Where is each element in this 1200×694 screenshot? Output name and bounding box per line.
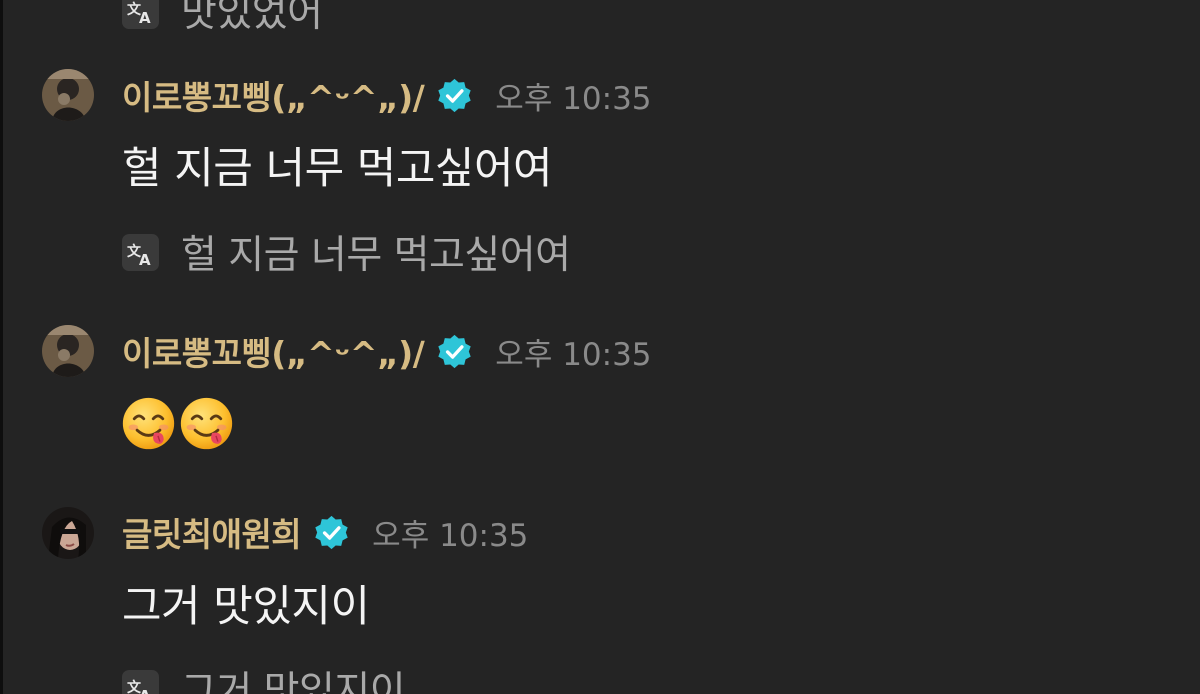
svg-text:A: A [139,9,151,27]
translate-icon[interactable]: 文 A [122,233,159,271]
message-header: 이로뽕꼬삥(„^ᵕ^„)/ 오후 10:35 [122,70,652,120]
message-header: 글릿최애원희 오후 10:35 [122,507,528,557]
left-edge-divider [0,0,3,694]
message-text[interactable]: 그거 맛있지이 [122,572,370,634]
yummy-face-emoji [120,395,177,452]
username[interactable]: 이로뽕꼬삥(„^ᵕ^„)/ [122,327,425,375]
verified-badge-icon [436,77,473,114]
timestamp: 오후 10:35 [372,517,529,554]
chat-screen: 文 A 맛있었어 이로뽕꼬삥(„^ᵕ^„)/ 오후 10:35 헐 지금 너무 … [0,0,1200,694]
translate-icon[interactable]: 文 A [122,669,159,694]
avatar[interactable] [42,507,94,559]
translation-row[interactable]: 文 A 헐 지금 너무 먹고싶어여 [122,224,571,280]
avatar[interactable] [42,325,94,377]
verified-badge-icon [436,333,473,370]
translation-text: 그거 맛있지이 [181,669,406,694]
svg-text:A: A [139,687,151,694]
username[interactable]: 이로뽕꼬삥(„^ᵕ^„)/ [122,71,425,119]
translation-row[interactable]: 文 A 맛있었어 [122,0,323,38]
translate-icon[interactable]: 文 A [122,0,159,29]
translation-text: 헐 지금 너무 먹고싶어여 [181,233,571,278]
translation-text: 맛있었어 [181,0,323,36]
message-emojis[interactable] [120,395,236,452]
yummy-face-emoji [178,395,235,452]
message-header: 이로뽕꼬삥(„^ᵕ^„)/ 오후 10:35 [122,326,652,376]
timestamp: 오후 10:35 [495,336,652,373]
translation-row[interactable]: 文 A 그거 맛있지이 [122,660,406,694]
svg-text:A: A [139,251,151,269]
timestamp: 오후 10:35 [495,80,652,117]
verified-badge-icon [313,514,350,551]
message-text[interactable]: 헐 지금 너무 먹고싶어여 [122,134,553,196]
username[interactable]: 글릿최애원희 [122,508,302,556]
avatar[interactable] [42,69,94,121]
